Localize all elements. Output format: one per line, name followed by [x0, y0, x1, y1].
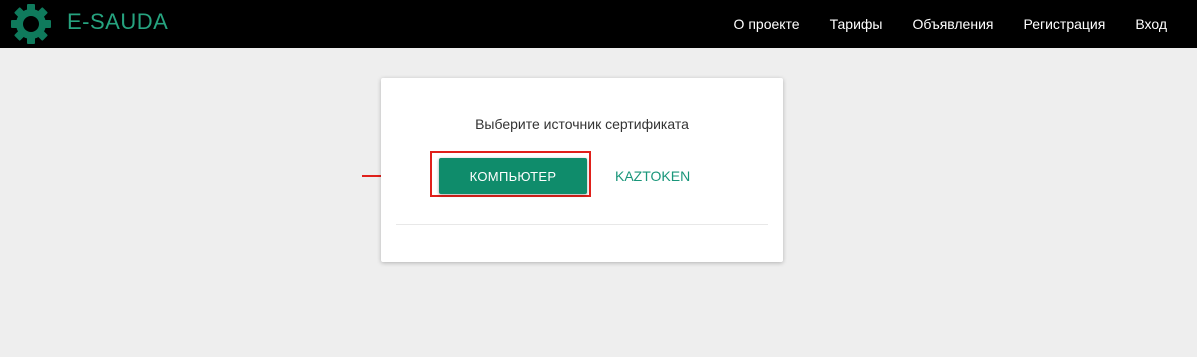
brand-name[interactable]: E-SAUDA	[67, 9, 168, 35]
main-nav: О проекте Тарифы Объявления Регистрация …	[734, 0, 1197, 48]
certificate-source-dialog: Выберите источник сертификата КОМПЬЮТЕР …	[381, 78, 783, 262]
nav-item-about[interactable]: О проекте	[734, 16, 800, 32]
nav-item-tariffs[interactable]: Тарифы	[830, 16, 883, 32]
computer-button[interactable]: КОМПЬЮТЕР	[439, 158, 587, 194]
nav-item-listings[interactable]: Объявления	[913, 16, 994, 32]
nav-item-registration[interactable]: Регистрация	[1023, 16, 1105, 32]
nav-item-login[interactable]: Вход	[1135, 16, 1167, 32]
kaztoken-button[interactable]: KAZTOKEN	[615, 158, 690, 194]
dialog-divider	[396, 224, 768, 225]
gear-logo-icon[interactable]	[10, 3, 52, 45]
dialog-title: Выберите источник сертификата	[475, 116, 689, 132]
top-navbar: E-SAUDA О проекте Тарифы Объявления Реги…	[0, 0, 1197, 48]
